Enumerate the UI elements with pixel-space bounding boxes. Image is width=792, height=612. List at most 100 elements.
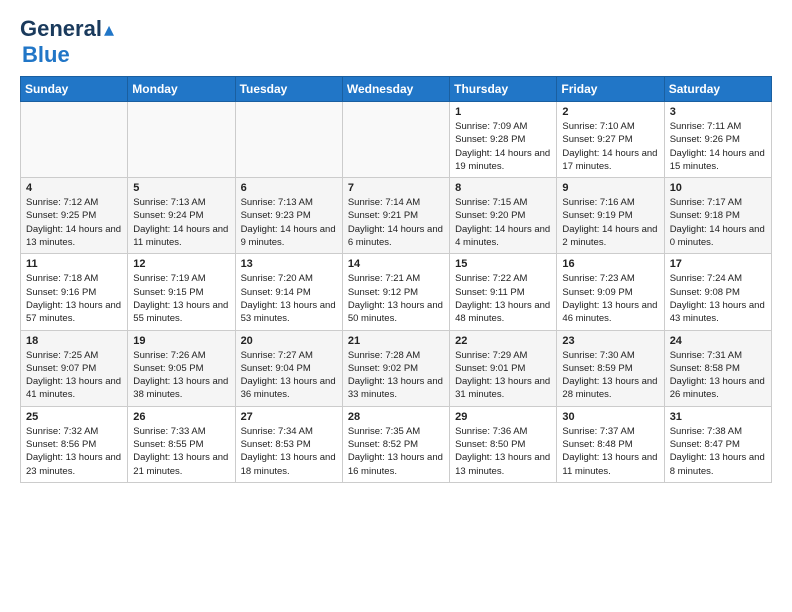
logo-blue-text: Blue (22, 42, 70, 68)
day-number: 18 (26, 335, 122, 347)
calendar-week-row: 18 Sunrise: 7:25 AM Sunset: 9:07 PM Dayli… (21, 330, 772, 406)
day-number: 8 (455, 182, 551, 194)
day-info: Sunrise: 7:26 AM Sunset: 9:05 PM Dayligh… (133, 349, 229, 402)
calendar-cell: 23 Sunrise: 7:30 AM Sunset: 8:59 PM Dayli… (557, 330, 664, 406)
calendar-cell: 10Sunrise: 7:17 AM Sunset: 9:18 PM Dayli… (664, 178, 771, 254)
day-info: Sunrise: 7:16 AM Sunset: 9:19 PM Dayligh… (562, 196, 658, 249)
day-info: Sunrise: 7:24 AM Sunset: 9:08 PM Dayligh… (670, 272, 766, 325)
day-info: Sunrise: 7:32 AM Sunset: 8:56 PM Dayligh… (26, 425, 122, 478)
calendar-cell: 8 Sunrise: 7:15 AM Sunset: 9:20 PM Daylig… (450, 178, 557, 254)
day-number: 10 (670, 182, 766, 194)
calendar-week-row: 25Sunrise: 7:32 AM Sunset: 8:56 PM Dayli… (21, 406, 772, 482)
day-info: Sunrise: 7:13 AM Sunset: 9:23 PM Dayligh… (241, 196, 337, 249)
day-number: 1 (455, 106, 551, 118)
calendar-cell: 22 Sunrise: 7:29 AM Sunset: 9:01 PM Dayli… (450, 330, 557, 406)
calendar-cell: 19 Sunrise: 7:26 AM Sunset: 9:05 PM Dayli… (128, 330, 235, 406)
day-info: Sunrise: 7:11 AM Sunset: 9:26 PM Dayligh… (670, 120, 766, 173)
calendar-cell: 18 Sunrise: 7:25 AM Sunset: 9:07 PM Dayli… (21, 330, 128, 406)
day-info: Sunrise: 7:25 AM Sunset: 9:07 PM Dayligh… (26, 349, 122, 402)
calendar-cell (21, 102, 128, 178)
day-number: 24 (670, 335, 766, 347)
weekday-header: Thursday (450, 77, 557, 102)
day-number: 7 (348, 182, 444, 194)
calendar-cell: 9 Sunrise: 7:16 AM Sunset: 9:19 PM Daylig… (557, 178, 664, 254)
day-number: 4 (26, 182, 122, 194)
calendar-cell (235, 102, 342, 178)
calendar-cell: 4 Sunrise: 7:12 AM Sunset: 9:25 PM Daylig… (21, 178, 128, 254)
day-number: 22 (455, 335, 551, 347)
calendar-cell (128, 102, 235, 178)
calendar-cell: 11 Sunrise: 7:18 AM Sunset: 9:16 PM Dayli… (21, 254, 128, 330)
day-number: 30 (562, 411, 658, 423)
day-number: 26 (133, 411, 229, 423)
day-number: 21 (348, 335, 444, 347)
day-info: Sunrise: 7:29 AM Sunset: 9:01 PM Dayligh… (455, 349, 551, 402)
calendar-cell: 29Sunrise: 7:36 AM Sunset: 8:50 PM Dayli… (450, 406, 557, 482)
day-info: Sunrise: 7:33 AM Sunset: 8:55 PM Dayligh… (133, 425, 229, 478)
calendar-cell: 1 Sunrise: 7:09 AM Sunset: 9:28 PM Daylig… (450, 102, 557, 178)
day-info: Sunrise: 7:13 AM Sunset: 9:24 PM Dayligh… (133, 196, 229, 249)
day-info: Sunrise: 7:27 AM Sunset: 9:04 PM Dayligh… (241, 349, 337, 402)
calendar-table: SundayMondayTuesdayWednesdayThursdayFrid… (20, 76, 772, 483)
weekday-header: Wednesday (342, 77, 449, 102)
calendar-cell: 15 Sunrise: 7:22 AM Sunset: 9:11 PM Dayli… (450, 254, 557, 330)
weekday-header: Monday (128, 77, 235, 102)
day-number: 16 (562, 258, 658, 270)
day-info: Sunrise: 7:14 AM Sunset: 9:21 PM Dayligh… (348, 196, 444, 249)
day-info: Sunrise: 7:20 AM Sunset: 9:14 PM Dayligh… (241, 272, 337, 325)
weekday-header: Sunday (21, 77, 128, 102)
day-info: Sunrise: 7:22 AM Sunset: 9:11 PM Dayligh… (455, 272, 551, 325)
calendar-cell: 14Sunrise: 7:21 AM Sunset: 9:12 PM Dayli… (342, 254, 449, 330)
calendar-cell: 30Sunrise: 7:37 AM Sunset: 8:48 PM Dayli… (557, 406, 664, 482)
day-number: 13 (241, 258, 337, 270)
day-number: 19 (133, 335, 229, 347)
calendar-cell: 31 Sunrise: 7:38 AM Sunset: 8:47 PM Dayli… (664, 406, 771, 482)
logo-bird-icon: ▴ (104, 17, 114, 42)
day-info: Sunrise: 7:30 AM Sunset: 8:59 PM Dayligh… (562, 349, 658, 402)
day-info: Sunrise: 7:23 AM Sunset: 9:09 PM Dayligh… (562, 272, 658, 325)
day-info: Sunrise: 7:19 AM Sunset: 9:15 PM Dayligh… (133, 272, 229, 325)
logo-text: General (20, 16, 102, 42)
calendar-cell: 26 Sunrise: 7:33 AM Sunset: 8:55 PM Dayli… (128, 406, 235, 482)
calendar-cell: 5 Sunrise: 7:13 AM Sunset: 9:24 PM Daylig… (128, 178, 235, 254)
day-info: Sunrise: 7:28 AM Sunset: 9:02 PM Dayligh… (348, 349, 444, 402)
calendar-cell: 12 Sunrise: 7:19 AM Sunset: 9:15 PM Dayli… (128, 254, 235, 330)
page-header: General ▴ Blue (20, 16, 772, 68)
day-info: Sunrise: 7:15 AM Sunset: 9:20 PM Dayligh… (455, 196, 551, 249)
day-info: Sunrise: 7:36 AM Sunset: 8:50 PM Dayligh… (455, 425, 551, 478)
calendar-cell: 3Sunrise: 7:11 AM Sunset: 9:26 PM Daylig… (664, 102, 771, 178)
day-number: 6 (241, 182, 337, 194)
day-number: 9 (562, 182, 658, 194)
calendar-cell: 2Sunrise: 7:10 AM Sunset: 9:27 PM Daylig… (557, 102, 664, 178)
day-number: 23 (562, 335, 658, 347)
day-info: Sunrise: 7:10 AM Sunset: 9:27 PM Dayligh… (562, 120, 658, 173)
day-number: 27 (241, 411, 337, 423)
logo: General ▴ Blue (20, 16, 114, 68)
calendar-cell: 27 Sunrise: 7:34 AM Sunset: 8:53 PM Dayli… (235, 406, 342, 482)
day-number: 28 (348, 411, 444, 423)
day-info: Sunrise: 7:21 AM Sunset: 9:12 PM Dayligh… (348, 272, 444, 325)
day-info: Sunrise: 7:34 AM Sunset: 8:53 PM Dayligh… (241, 425, 337, 478)
calendar-cell: 16 Sunrise: 7:23 AM Sunset: 9:09 PM Dayli… (557, 254, 664, 330)
calendar-cell: 21 Sunrise: 7:28 AM Sunset: 9:02 PM Dayli… (342, 330, 449, 406)
calendar-cell: 7 Sunrise: 7:14 AM Sunset: 9:21 PM Daylig… (342, 178, 449, 254)
day-info: Sunrise: 7:09 AM Sunset: 9:28 PM Dayligh… (455, 120, 551, 173)
day-info: Sunrise: 7:12 AM Sunset: 9:25 PM Dayligh… (26, 196, 122, 249)
weekday-header: Saturday (664, 77, 771, 102)
calendar-cell: 24 Sunrise: 7:31 AM Sunset: 8:58 PM Dayli… (664, 330, 771, 406)
day-number: 12 (133, 258, 229, 270)
day-number: 15 (455, 258, 551, 270)
calendar-cell: 13 Sunrise: 7:20 AM Sunset: 9:14 PM Dayli… (235, 254, 342, 330)
calendar-cell: 17Sunrise: 7:24 AM Sunset: 9:08 PM Dayli… (664, 254, 771, 330)
day-info: Sunrise: 7:38 AM Sunset: 8:47 PM Dayligh… (670, 425, 766, 478)
calendar-week-row: 4 Sunrise: 7:12 AM Sunset: 9:25 PM Daylig… (21, 178, 772, 254)
calendar-cell: 25Sunrise: 7:32 AM Sunset: 8:56 PM Dayli… (21, 406, 128, 482)
calendar-header-row: SundayMondayTuesdayWednesdayThursdayFrid… (21, 77, 772, 102)
day-info: Sunrise: 7:18 AM Sunset: 9:16 PM Dayligh… (26, 272, 122, 325)
day-number: 11 (26, 258, 122, 270)
day-info: Sunrise: 7:31 AM Sunset: 8:58 PM Dayligh… (670, 349, 766, 402)
day-number: 31 (670, 411, 766, 423)
day-number: 5 (133, 182, 229, 194)
calendar-cell: 28Sunrise: 7:35 AM Sunset: 8:52 PM Dayli… (342, 406, 449, 482)
calendar-cell (342, 102, 449, 178)
